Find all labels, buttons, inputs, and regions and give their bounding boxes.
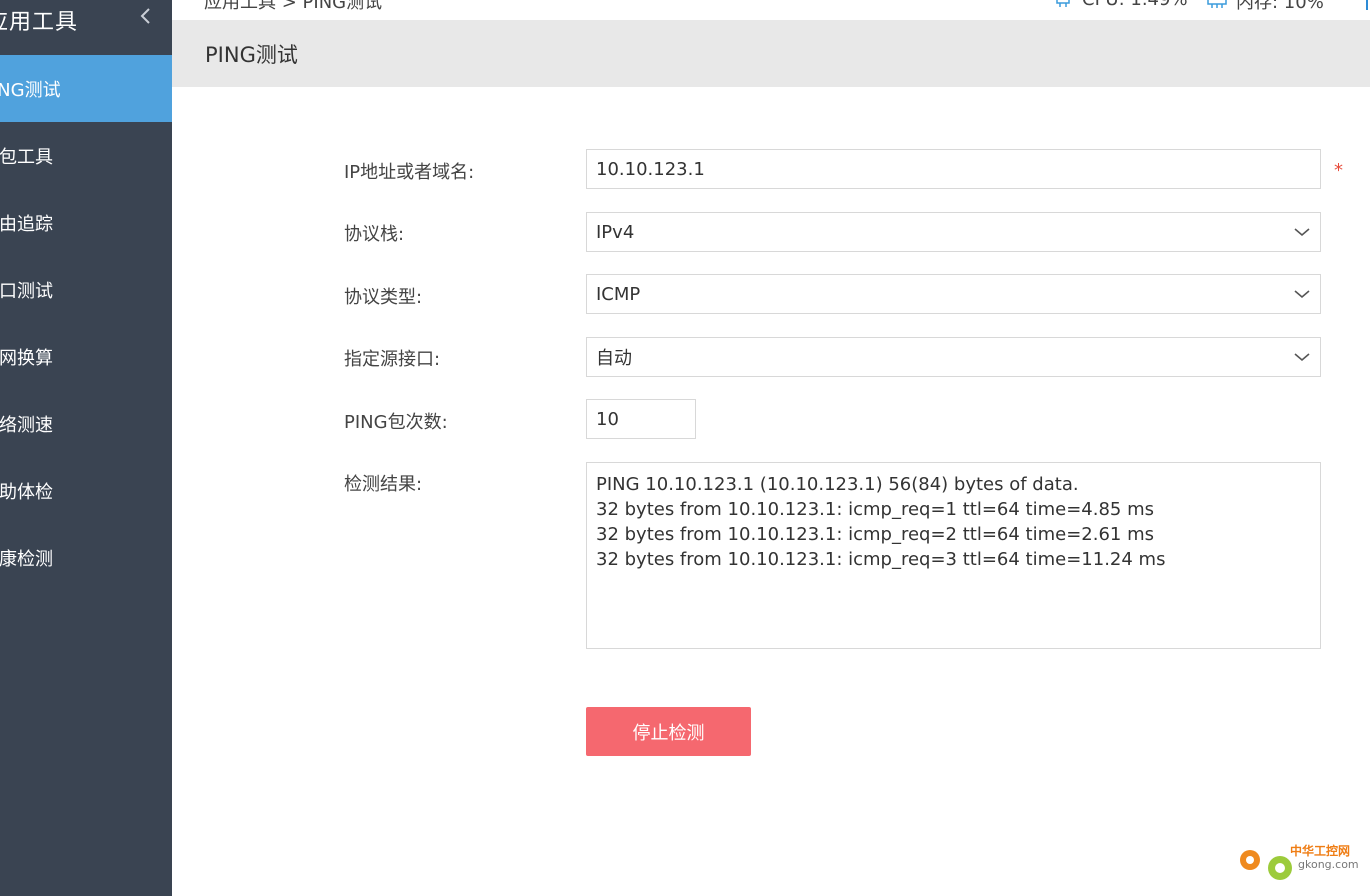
sidebar-item-ping[interactable]: PING测试 — [0, 55, 172, 122]
topbar-divider — [1366, 0, 1368, 10]
result-line: PING 10.10.123.1 (10.10.123.1) 56(84) by… — [596, 474, 1079, 495]
sidebar-item-label: 网络测速 — [0, 414, 53, 436]
sidebar-item-speedtest[interactable]: 网络测速 — [0, 390, 172, 457]
memory-icon — [1207, 0, 1227, 8]
cpu-value: CPU: 1.49% — [1082, 0, 1188, 10]
sidebar-item-label: 端口测试 — [0, 280, 53, 302]
result-line: 32 bytes from 10.10.123.1: icmp_req=3 tt… — [596, 549, 1166, 570]
chevron-left-icon — [140, 8, 150, 24]
stack-label: 协议栈: — [344, 224, 405, 245]
type-label: 协议类型: — [344, 287, 423, 308]
iface-value: 自动 — [596, 348, 632, 369]
required-mark: * — [1334, 160, 1343, 181]
memory-stat: 内存: 10% — [1206, 0, 1324, 14]
result-label: 检测结果: — [344, 474, 423, 495]
stack-value: IPv4 — [596, 221, 635, 243]
sidebar-item-label: 路由追踪 — [0, 213, 53, 235]
chevron-down-icon — [1294, 353, 1310, 362]
count-input[interactable] — [596, 400, 686, 438]
ip-label: IP地址或者域名: — [344, 162, 475, 183]
result-line: 32 bytes from 10.10.123.1: icmp_req=2 tt… — [596, 524, 1155, 545]
sidebar-item-health[interactable]: 健康检测 — [0, 524, 172, 591]
breadcrumb: 应用工具 > PING测试 — [204, 0, 383, 13]
sidebar-item-label: 抓包工具 — [0, 146, 53, 168]
sidebar-item-capture[interactable]: 抓包工具 — [0, 122, 172, 189]
count-field[interactable] — [586, 399, 696, 439]
sidebar-nav: PING测试 抓包工具 路由追踪 端口测试 子网换算 网络测速 自助体检 健康检… — [0, 55, 172, 591]
count-label: PING包次数: — [344, 412, 448, 433]
sidebar-item-port-test[interactable]: 端口测试 — [0, 256, 172, 323]
result-textarea[interactable]: PING 10.10.123.1 (10.10.123.1) 56(84) by… — [586, 462, 1321, 649]
type-value: ICMP — [596, 283, 641, 305]
type-select[interactable]: ICMP — [586, 274, 1321, 314]
sidebar-item-subnet[interactable]: 子网换算 — [0, 323, 172, 390]
sidebar-item-label: 自助体检 — [0, 481, 53, 503]
cpu-icon — [1056, 0, 1070, 7]
collapse-sidebar-button[interactable] — [136, 4, 156, 28]
sidebar: 应用工具 PING测试 抓包工具 路由追踪 端口测试 子网换算 网络测速 自助体… — [0, 0, 172, 896]
chevron-down-icon — [1294, 228, 1310, 237]
chevron-down-icon — [1294, 290, 1310, 299]
cpu-stat: CPU: 1.49% — [1052, 0, 1188, 10]
ip-field[interactable] — [586, 149, 1321, 189]
ip-input[interactable] — [596, 150, 1311, 188]
sidebar-item-selfcheck[interactable]: 自助体检 — [0, 457, 172, 524]
sidebar-item-label: 子网换算 — [0, 347, 53, 369]
watermark-url: gkong.com — [1298, 858, 1359, 871]
page-title: PING测试 — [205, 42, 298, 67]
stop-test-button[interactable]: 停止检测 — [586, 707, 751, 756]
memory-value: 内存: 10% — [1236, 0, 1324, 13]
iface-select[interactable]: 自动 — [586, 337, 1321, 377]
sidebar-item-label: 健康检测 — [0, 548, 53, 570]
sidebar-item-traceroute[interactable]: 路由追踪 — [0, 189, 172, 256]
watermark-text: 中华工控网 — [1290, 844, 1351, 858]
page-title-bar: PING测试 — [172, 20, 1370, 87]
iface-label: 指定源接口: — [344, 349, 441, 370]
topbar: 应用工具 > PING测试 CPU: 1.49% 内存: 10% — [172, 0, 1370, 20]
stack-select[interactable]: IPv4 — [586, 212, 1321, 252]
result-line: 32 bytes from 10.10.123.1: icmp_req=1 tt… — [596, 499, 1155, 520]
sidebar-title: 应用工具 — [0, 10, 79, 35]
sidebar-item-label: PING测试 — [0, 79, 61, 101]
